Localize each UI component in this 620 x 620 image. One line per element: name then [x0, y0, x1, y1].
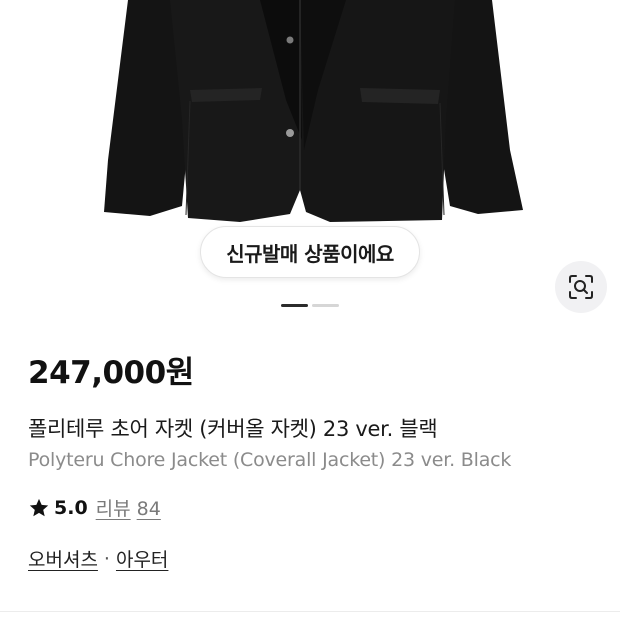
reviews-label: 리뷰 [95, 498, 131, 520]
category-link-outer[interactable]: 아우터 [116, 545, 168, 572]
product-price: 247,000원 [28, 355, 194, 391]
category-breadcrumb: 오버셔츠 · 아우터 [28, 545, 168, 572]
product-title-english: Polyteru Chore Jacket (Coverall Jacket) … [28, 449, 512, 471]
pagination-dot-active[interactable] [281, 304, 308, 307]
reviews-link[interactable]: 리뷰 84 [96, 494, 167, 521]
image-search-icon [569, 275, 593, 299]
new-release-badge-label: 신규발매 상품이에요 [226, 241, 394, 266]
pagination-dot[interactable] [312, 304, 339, 307]
gallery-pagination [281, 304, 339, 307]
product-image [104, 0, 523, 222]
rating-score: 5.0 [54, 496, 88, 519]
section-divider [0, 611, 620, 612]
product-image-gallery[interactable]: 신규발매 상품이에요 [0, 0, 620, 330]
category-separator: · [103, 547, 110, 570]
image-search-button[interactable] [555, 261, 607, 313]
product-title-korean: 폴리테루 초어 자켓 (커버올 자켓) 23 ver. 블랙 [28, 417, 438, 441]
product-rating: 5.0 리뷰 84 [28, 494, 167, 521]
category-link-overshirt[interactable]: 오버셔츠 [28, 545, 98, 572]
reviews-count: 84 [136, 498, 161, 520]
new-release-badge: 신규발매 상품이에요 [200, 226, 420, 278]
star-icon [29, 498, 49, 516]
